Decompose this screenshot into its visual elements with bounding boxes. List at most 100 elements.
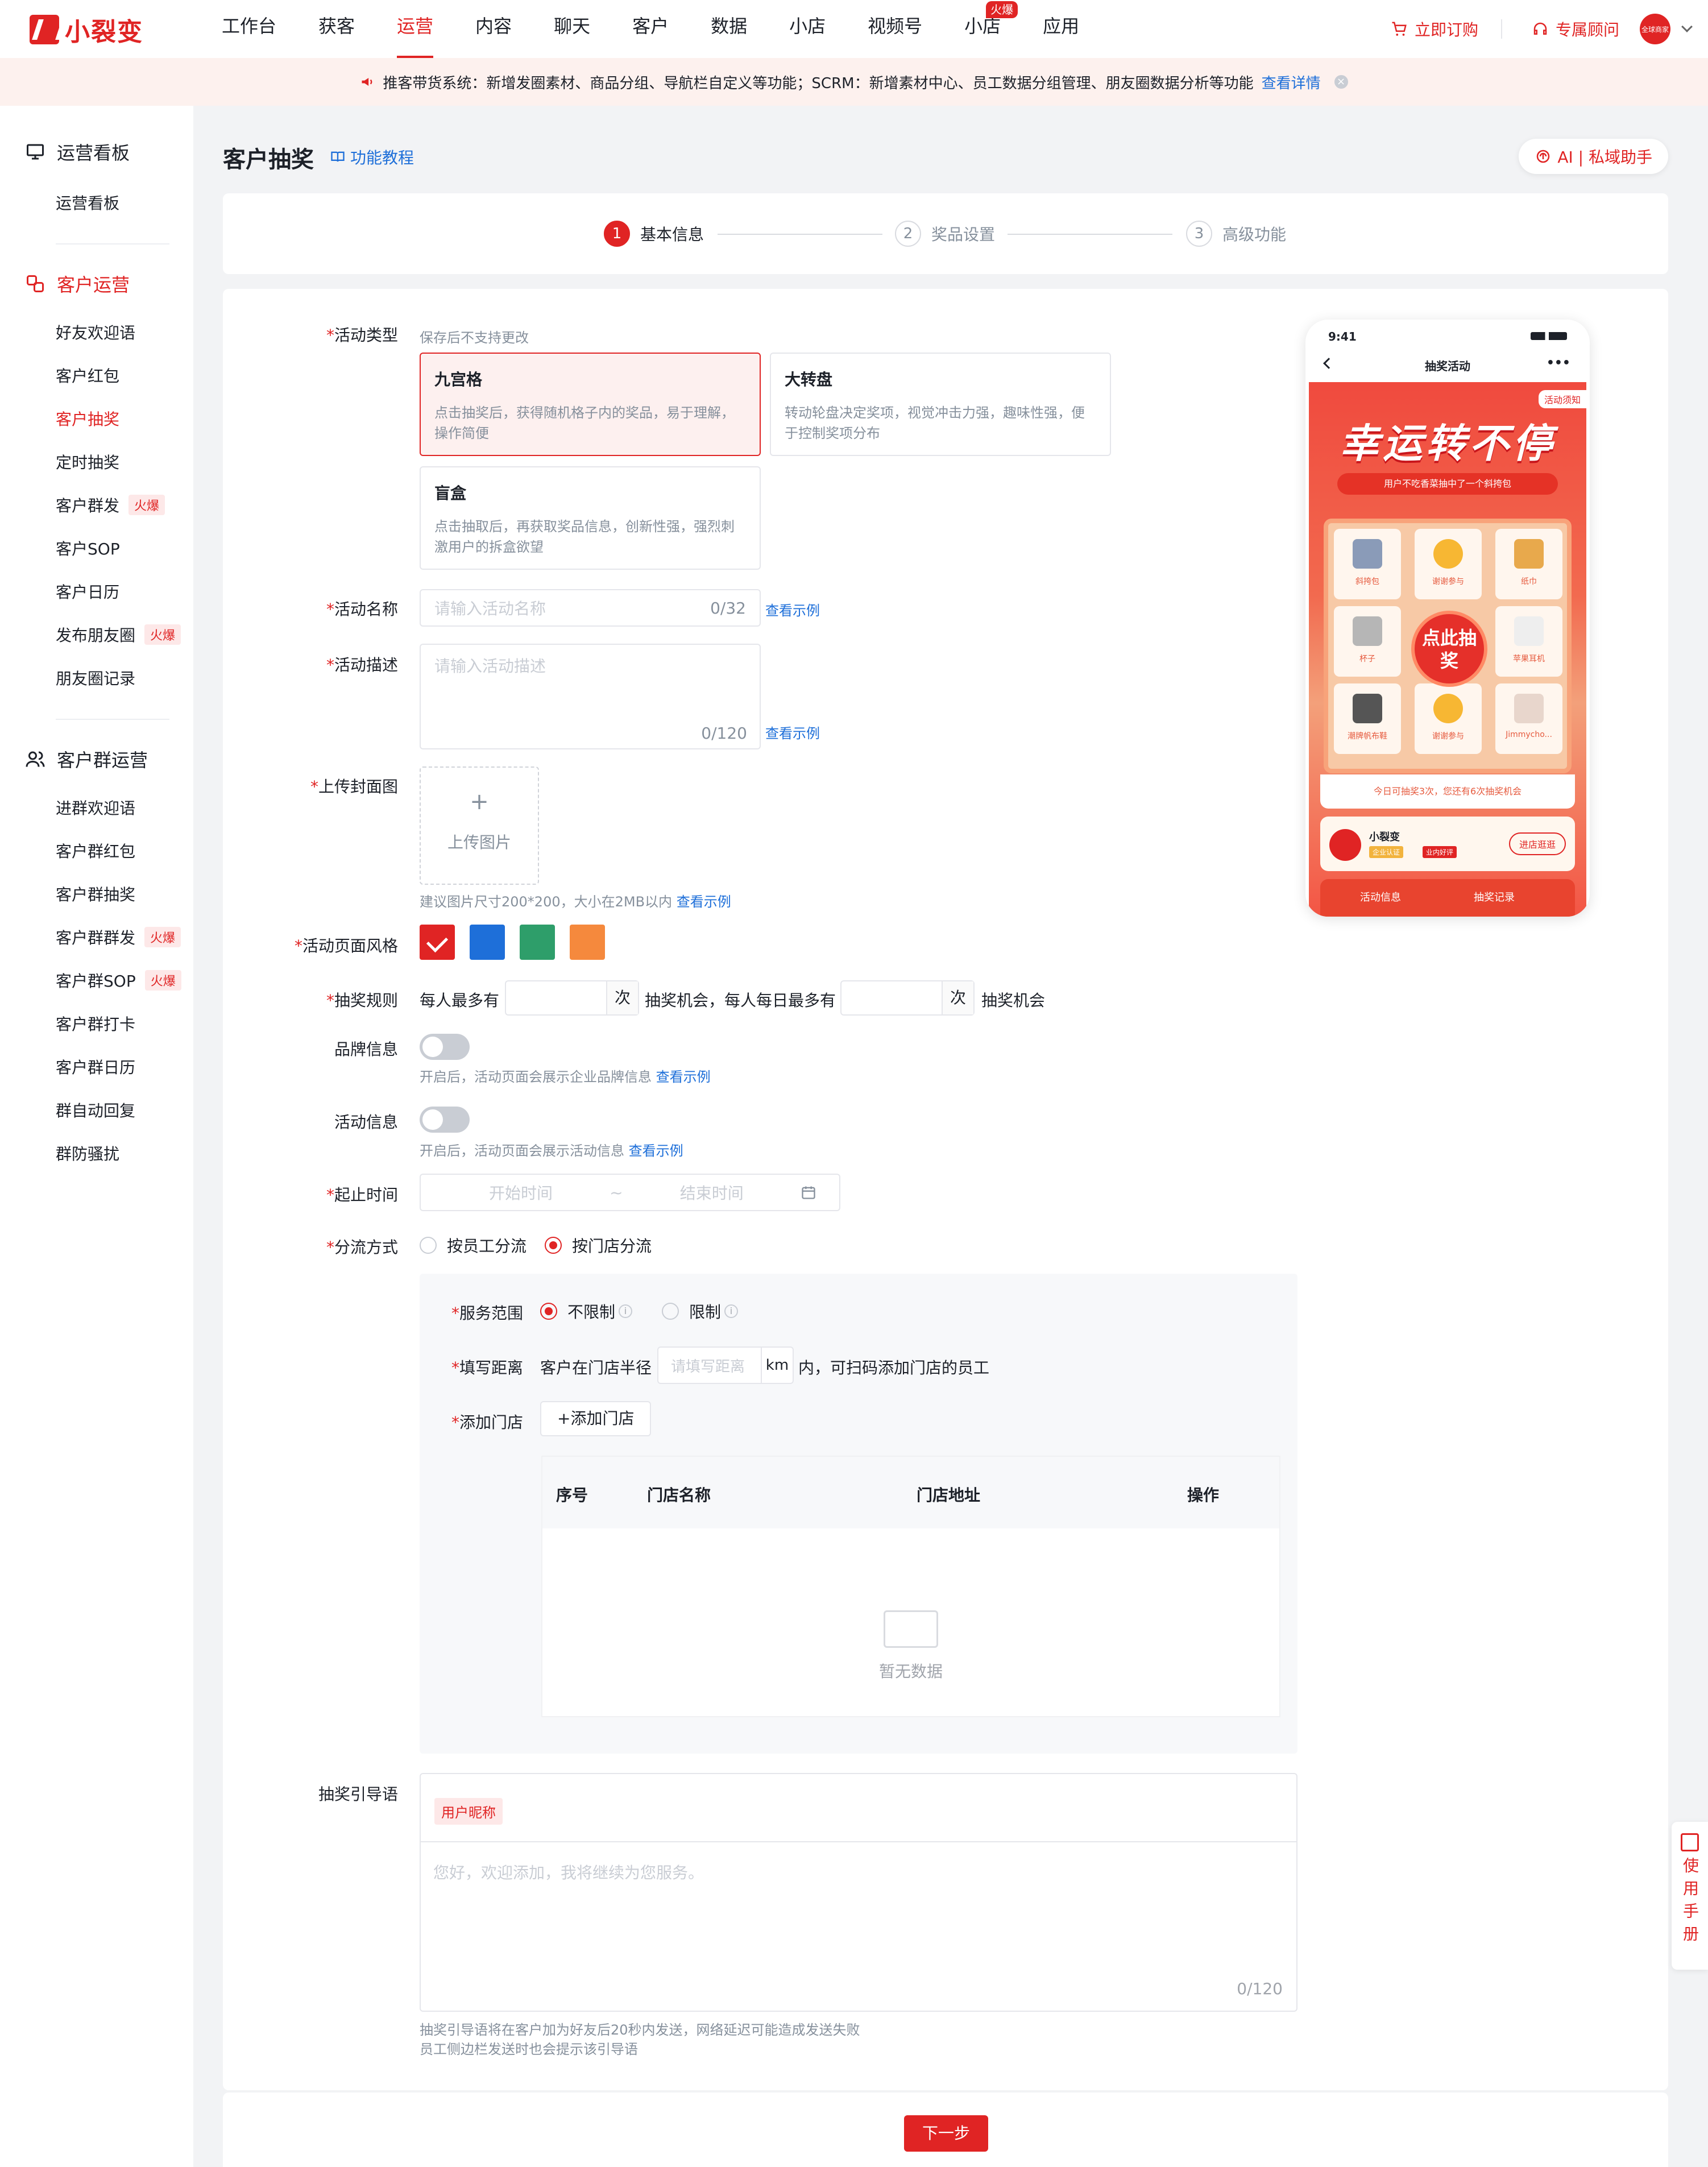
sidebar-item-group-mass-send[interactable]: 客户群群发 火爆 [56, 926, 181, 948]
sidebar-item-group-checkin[interactable]: 客户群打卡 [56, 1012, 135, 1035]
sidebar-item-group-calendar[interactable]: 客户群日历 [56, 1055, 135, 1078]
footer-bar: 下一步 [223, 2093, 1668, 2167]
heels-icon [1514, 694, 1544, 723]
step-basic-info[interactable]: 1 基本信息 [604, 221, 704, 247]
sidebar-item-mass-send[interactable]: 客户群发 火爆 [56, 494, 165, 516]
cover-hint-text: 建议图片尺寸200*200，大小在2MB以内 [420, 894, 673, 910]
style-swatch-blue[interactable] [470, 925, 505, 960]
nav-chat[interactable]: 聊天 [554, 0, 590, 58]
subscribe-button[interactable]: 立即订购 [1391, 18, 1478, 40]
sidebar-item-red-packet[interactable]: 客户红包 [56, 364, 119, 387]
sidebar-group-customer-ops[interactable]: 客户运营 [25, 271, 130, 297]
brand-logo [1329, 829, 1361, 861]
nav-data[interactable]: 数据 [711, 0, 747, 58]
brand-toggle[interactable] [420, 1034, 470, 1060]
distance-input[interactable]: 请填写距离 km [657, 1346, 794, 1384]
nav-content[interactable]: 内容 [475, 0, 512, 58]
tutorial-link[interactable]: 功能教程 [330, 146, 414, 168]
scope-limited-radio[interactable]: 限制 i [662, 1300, 739, 1323]
avatar[interactable]: 全球商家 [1640, 14, 1670, 44]
type-desc: 转动轮盘决定奖项，视觉冲击力强，趣味性强，便于控制奖项分布 [785, 405, 1085, 441]
sidebar-item-group-welcome[interactable]: 进群欢迎语 [56, 796, 135, 819]
nav-shop-hot[interactable]: 小店 火爆 [964, 0, 1018, 58]
info-toggle[interactable] [420, 1107, 470, 1133]
sidebar-group-dashboard[interactable]: 运营看板 [25, 139, 130, 165]
activity-name-input[interactable]: 请输入活动名称 0/32 [420, 589, 761, 627]
name-example-link[interactable]: 查看示例 [765, 599, 820, 619]
split-by-store-radio[interactable]: 按门店分流 [545, 1234, 652, 1257]
step-advanced[interactable]: 3 高级功能 [1186, 221, 1286, 247]
activity-desc-input[interactable]: 请输入活动描述 0/120 [420, 644, 761, 749]
sidebar-item-timed-lottery[interactable]: 定时抽奖 [56, 450, 119, 473]
sidebar-item-label: 客户群SOP [56, 972, 136, 991]
manual-button[interactable]: 使用手册 [1672, 1822, 1708, 1970]
style-swatch-orange[interactable] [570, 925, 605, 960]
sidebar-group-group-ops[interactable]: 客户群运营 [25, 746, 148, 772]
type-card-wheel[interactable]: 大转盘 转动轮盘决定奖项，视觉冲击力强，趣味性强，便于控制奖项分布 [770, 353, 1111, 456]
radio-circle [662, 1303, 679, 1320]
sidebar-item-group-anti-spam[interactable]: 群防骚扰 [56, 1142, 119, 1165]
logo-icon [30, 15, 59, 44]
brand-hint-text: 开启后，活动页面会展示企业品牌信息 [420, 1069, 652, 1085]
sidebar-item-calendar[interactable]: 客户日历 [56, 580, 119, 603]
brand-label: 品牌信息 [216, 1037, 398, 1060]
nav-channels[interactable]: 视频号 [868, 0, 922, 58]
next-button[interactable]: 下一步 [904, 2115, 988, 2152]
notice-detail-link[interactable]: 查看详情 [1262, 72, 1321, 93]
sidebar-item-group-auto-reply[interactable]: 群自动回复 [56, 1099, 135, 1121]
label-text: 上传封面图 [318, 777, 398, 796]
close-icon[interactable]: × [1334, 75, 1348, 89]
cover-example-link[interactable]: 查看示例 [677, 894, 731, 910]
sidebar-item-group-red-packet[interactable]: 客户群红包 [56, 839, 135, 862]
max-total-input[interactable]: 次 [505, 980, 639, 1016]
sidebar-item-welcome[interactable]: 好友欢迎语 [56, 321, 135, 343]
headset-icon [1533, 22, 1547, 35]
nav-acquire[interactable]: 获客 [318, 0, 355, 58]
nav-apps[interactable]: 应用 [1043, 0, 1079, 58]
type-card-grid[interactable]: 九宫格 点击抽奖后，获得随机格子内的奖品，易于理解，操作简便 [420, 353, 761, 456]
type-card-blindbox[interactable]: 盲盒 点击抽取后，再获取奖品信息，创新性强，强烈刺激用户的拆盒欲望 [420, 466, 761, 570]
cover-upload[interactable]: + 上传图片 [420, 766, 539, 885]
style-swatch-green[interactable] [520, 925, 555, 960]
label-text: 填写距离 [459, 1358, 523, 1377]
type-title: 大转盘 [785, 370, 833, 389]
radio-label: 按门店分流 [572, 1237, 652, 1256]
style-swatch-red[interactable] [420, 925, 455, 960]
radio-circle [545, 1237, 562, 1254]
phone-body: 活动须知 幸运转不停 用户不吃香菜抽中了一个斜挎包 斜挎包 谢谢参与 纸巾 杯子… [1309, 382, 1586, 917]
distance-placeholder: 请填写距离 [671, 1358, 745, 1375]
sidebar-item-dashboard[interactable]: 运营看板 [56, 191, 119, 214]
chevron-down-icon[interactable] [1681, 21, 1693, 32]
sidebar-item-label: 客户群发 [56, 496, 120, 515]
guide-editor[interactable]: 用户昵称 您好，欢迎添加，我将继续为您服务。 0/120 [420, 1773, 1297, 2012]
divider [1500, 19, 1502, 39]
date-range-input[interactable]: 开始时间 ~ 结束时间 [420, 1174, 840, 1211]
split-by-staff-radio[interactable]: 按员工分流 [420, 1234, 527, 1257]
logo[interactable]: 小裂变 [30, 11, 143, 48]
nickname-tag[interactable]: 用户昵称 [434, 1798, 503, 1825]
info-example-link[interactable]: 查看示例 [629, 1143, 683, 1159]
sidebar-item-lottery[interactable]: 客户抽奖 [56, 407, 119, 430]
nav-workbench[interactable]: 工作台 [222, 0, 276, 58]
step-prize-settings[interactable]: 2 奖品设置 [895, 221, 995, 247]
sidebar-item-group-sop[interactable]: 客户群SOP 火爆 [56, 969, 181, 992]
ai-assistant-button[interactable]: AI | 私域助手 [1519, 139, 1668, 174]
sidebar-item-group-lottery[interactable]: 客户群抽奖 [56, 882, 135, 905]
page-title: 客户抽奖 [223, 147, 314, 173]
scope-unlimited-radio[interactable]: 不限制 i [540, 1300, 633, 1323]
top-bar: 小裂变 工作台 获客 运营 内容 聊天 客户 数据 小店 视频号 小店 火爆 应用… [0, 0, 1708, 58]
advisor-button[interactable]: 专属顾问 [1532, 18, 1619, 40]
nav-shop[interactable]: 小店 [789, 0, 826, 58]
sidebar-item-moments-record[interactable]: 朋友圈记录 [56, 666, 135, 689]
nav-operation[interactable]: 运营 [397, 0, 434, 58]
nav-customer[interactable]: 客户 [632, 0, 669, 58]
winner-marquee: 用户不吃香菜抽中了一个斜挎包 [1337, 473, 1558, 495]
sidebar-item-sop[interactable]: 客户SOP [56, 537, 120, 560]
char-count: 0/120 [1237, 1979, 1283, 1998]
max-daily-input[interactable]: 次 [840, 980, 975, 1016]
desc-example-link[interactable]: 查看示例 [765, 722, 820, 742]
nav-shop-hot-label: 小店 [964, 15, 1001, 37]
brand-example-link[interactable]: 查看示例 [656, 1069, 711, 1085]
sidebar-item-moments[interactable]: 发布朋友圈 火爆 [56, 623, 181, 646]
add-store-button[interactable]: +添加门店 [540, 1401, 652, 1436]
